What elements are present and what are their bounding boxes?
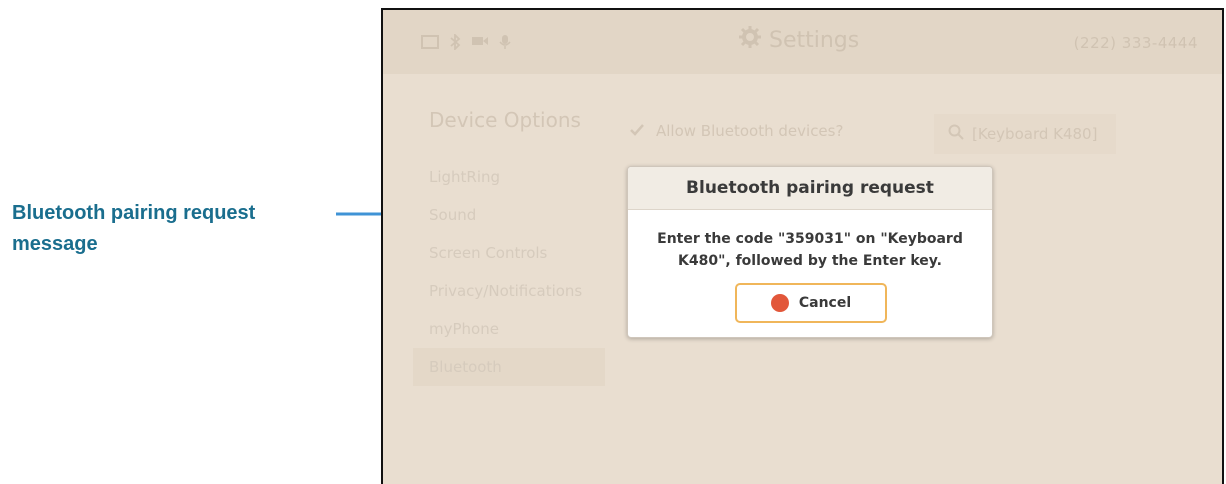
window-icon (421, 34, 439, 54)
checkmark-icon (630, 122, 644, 140)
sidebar-item-lightring[interactable]: LightRing (413, 158, 605, 196)
top-bar: Settings (222) 333-4444 (383, 10, 1222, 74)
sidebar-item-screen-controls[interactable]: Screen Controls (413, 234, 605, 272)
microphone-icon (499, 34, 511, 54)
search-text: [Keyboard K480] (972, 125, 1098, 143)
bluetooth-icon (449, 32, 461, 54)
device-screen: Settings (222) 333-4444 Device Options L… (381, 8, 1224, 484)
page-title-text: Settings (769, 27, 860, 53)
sidebar-nav: LightRing Sound Screen Controls Privacy/… (413, 158, 605, 386)
callout-label: Bluetooth pairing request message (12, 202, 256, 255)
allow-bluetooth-label: Allow Bluetooth devices? (656, 122, 844, 140)
dialog-title: Bluetooth pairing request (628, 167, 992, 210)
gear-icon (739, 26, 761, 54)
device-search[interactable]: [Keyboard K480] (934, 114, 1116, 154)
section-title: Device Options (429, 108, 581, 132)
phone-number: (222) 333-4444 (1073, 34, 1198, 52)
camera-icon (471, 34, 489, 54)
page-title: Settings (739, 26, 859, 54)
cancel-button[interactable]: Cancel (735, 283, 887, 323)
status-icons (421, 32, 511, 54)
sidebar-item-privacy-notifications[interactable]: Privacy/Notifications (413, 272, 605, 310)
cancel-dot-icon (770, 294, 789, 312)
sidebar-item-sound[interactable]: Sound (413, 196, 605, 234)
dialog-message: Enter the code "359031" on "Keyboard K48… (657, 231, 963, 269)
sidebar-item-bluetooth[interactable]: Bluetooth (413, 348, 605, 386)
sidebar-item-myphone[interactable]: myPhone (413, 310, 605, 348)
search-icon (948, 124, 964, 144)
pairing-dialog: Bluetooth pairing request Enter the code… (627, 166, 993, 338)
allow-bluetooth-toggle[interactable]: Allow Bluetooth devices? (630, 122, 843, 140)
cancel-label: Cancel (798, 295, 852, 311)
